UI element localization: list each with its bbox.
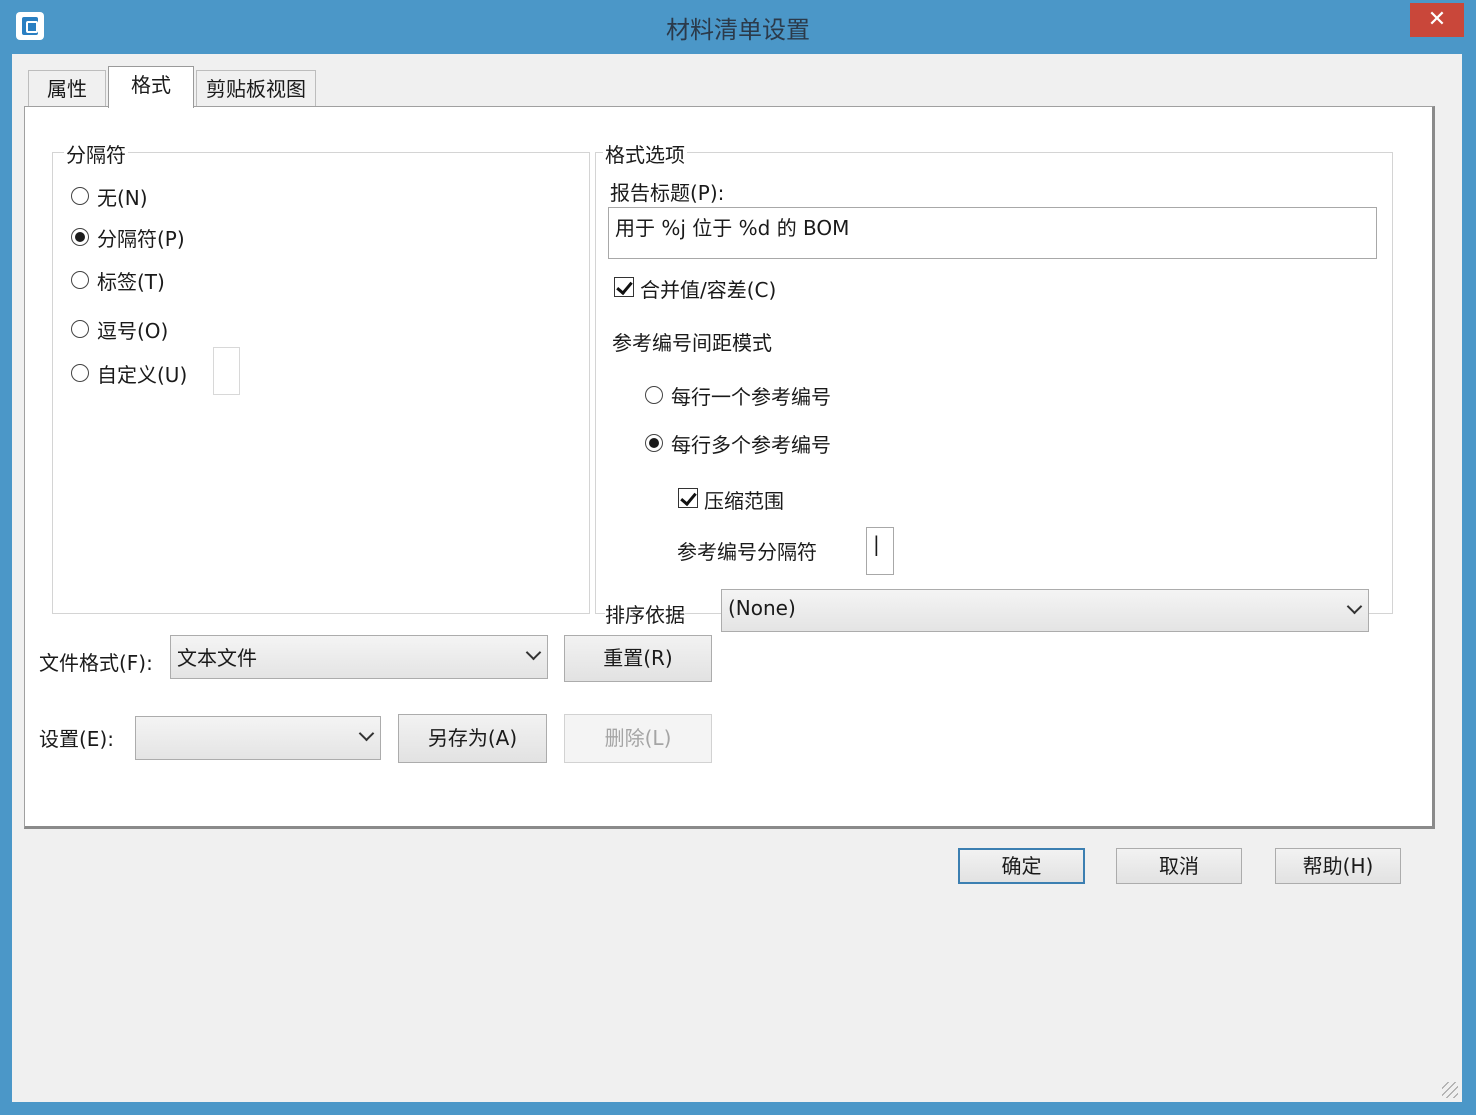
help-button[interactable]: 帮助(H) <box>1275 848 1401 884</box>
sort-by-value: (None) <box>728 596 796 620</box>
delimiter-comma-label[interactable]: 逗号(O) <box>97 315 168 344</box>
report-title-input[interactable]: 用于 %j 位于 %d 的 BOM <box>608 207 1377 259</box>
chevron-down-icon <box>525 644 542 661</box>
delimiter-tab-label[interactable]: 标签(T) <box>97 266 165 295</box>
multi-ref-per-row-label[interactable]: 每行多个参考编号 <box>671 429 831 458</box>
file-format-label: 文件格式(F): <box>39 651 153 675</box>
delete-button[interactable]: 删除(L) <box>564 714 712 763</box>
ref-spacing-mode-label: 参考编号间距模式 <box>612 331 772 355</box>
delimiter-separator-radio[interactable] <box>71 228 89 246</box>
delimiter-group-title: 分隔符 <box>64 139 128 168</box>
tab-format[interactable]: 格式 <box>108 66 194 108</box>
dialog-client-area: 属性 格式 剪贴板视图 分隔符 无(N) 分隔符(P) 标签(T) 逗号(O) … <box>12 54 1462 1102</box>
cancel-button[interactable]: 取消 <box>1116 848 1242 884</box>
ref-separator-input[interactable]: | <box>866 527 894 575</box>
delimiter-custom-radio[interactable] <box>71 364 89 382</box>
close-button[interactable]: ✕ <box>1410 3 1464 37</box>
multi-ref-per-row-radio[interactable] <box>645 434 663 452</box>
format-tab-panel: 分隔符 无(N) 分隔符(P) 标签(T) 逗号(O) 自定义(U) 格式选项 … <box>24 106 1435 829</box>
bom-settings-window: 材料清单设置 ✕ 属性 格式 剪贴板视图 分隔符 无(N) 分隔符(P) 标签(… <box>0 0 1476 1115</box>
chevron-down-icon <box>358 725 375 742</box>
tab-clipboard-view[interactable]: 剪贴板视图 <box>196 70 316 106</box>
one-ref-per-row-label[interactable]: 每行一个参考编号 <box>671 381 831 410</box>
reset-button[interactable]: 重置(R) <box>564 635 712 682</box>
delimiter-none-radio[interactable] <box>71 187 89 205</box>
resize-grip-icon[interactable] <box>1442 1082 1458 1098</box>
merge-values-checkbox[interactable] <box>614 277 634 297</box>
file-format-value: 文本文件 <box>177 646 257 670</box>
tab-properties[interactable]: 属性 <box>28 70 106 106</box>
merge-values-label[interactable]: 合并值/容差(C) <box>640 274 776 303</box>
settings-select[interactable] <box>135 716 381 760</box>
one-ref-per-row-radio[interactable] <box>645 386 663 404</box>
settings-label: 设置(E): <box>39 727 114 751</box>
title-bar[interactable]: 材料清单设置 ✕ <box>0 0 1476 54</box>
ok-button[interactable]: 确定 <box>958 848 1085 884</box>
sort-by-label: 排序依据 <box>605 599 685 628</box>
window-title: 材料清单设置 <box>666 16 810 44</box>
custom-delimiter-input[interactable] <box>213 347 240 395</box>
delimiter-comma-radio[interactable] <box>71 320 89 338</box>
compress-range-label[interactable]: 压缩范围 <box>704 485 784 514</box>
format-options-title: 格式选项 <box>603 139 687 168</box>
ref-separator-label: 参考编号分隔符 <box>677 540 817 564</box>
file-format-select[interactable]: 文本文件 <box>170 635 548 679</box>
sort-by-select[interactable]: (None) <box>721 589 1369 632</box>
chevron-down-icon <box>1346 598 1363 615</box>
delimiter-tab-radio[interactable] <box>71 271 89 289</box>
delimiter-separator-label[interactable]: 分隔符(P) <box>97 223 185 252</box>
save-as-button[interactable]: 另存为(A) <box>398 714 547 763</box>
compress-range-checkbox[interactable] <box>678 488 698 508</box>
delimiter-custom-label[interactable]: 自定义(U) <box>97 359 187 388</box>
report-title-label: 报告标题(P): <box>610 181 725 205</box>
delimiter-none-label[interactable]: 无(N) <box>97 182 148 211</box>
